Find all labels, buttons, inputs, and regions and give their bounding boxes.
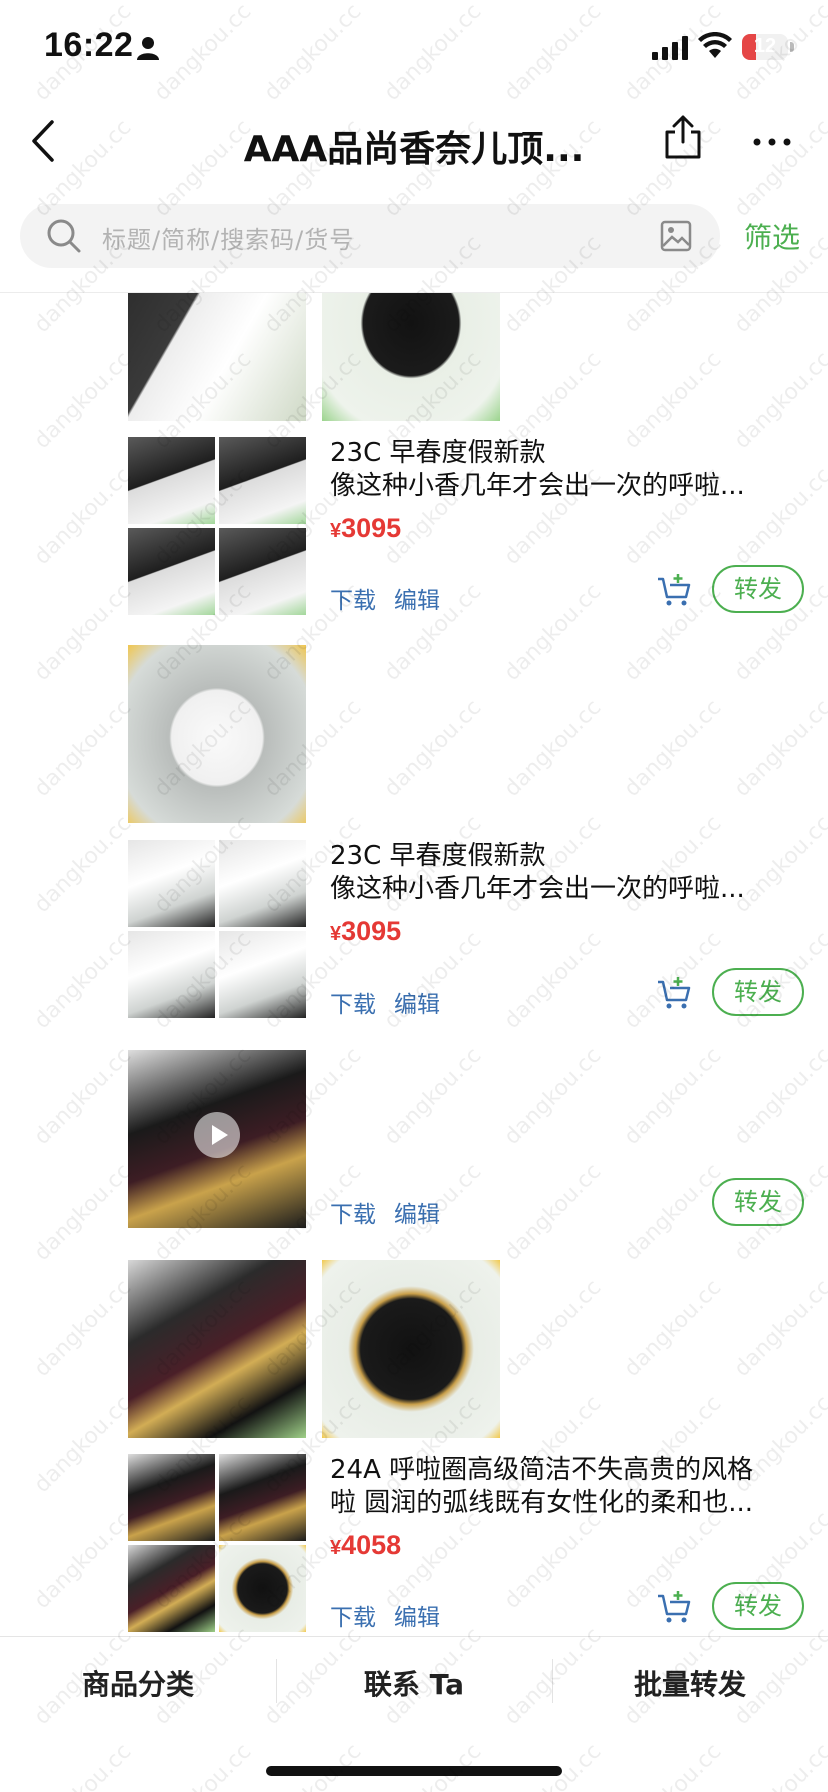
product-title-line: 23C 早春度假新款: [330, 438, 546, 468]
product-image[interactable]: [128, 437, 215, 524]
edit-link[interactable]: 编辑: [394, 581, 440, 615]
product-image[interactable]: [128, 1454, 215, 1541]
filter-button[interactable]: 筛选: [744, 216, 800, 256]
product-video[interactable]: [128, 1050, 306, 1228]
wifi-icon: [698, 31, 732, 62]
search-input[interactable]: 标题/简称/搜索码/货号: [20, 204, 720, 268]
product-image[interactable]: [128, 645, 306, 823]
price-symbol: ¥: [330, 923, 342, 945]
edit-link[interactable]: 编辑: [394, 1598, 440, 1632]
search-placeholder: 标题/简称/搜索码/货号: [102, 226, 355, 254]
tab-batch-forward[interactable]: 批量转发: [552, 1663, 828, 1703]
bottom-tab-bar: 商品分类 联系 Ta 批量转发: [0, 1636, 828, 1727]
product-image[interactable]: [128, 528, 215, 615]
tab-category[interactable]: 商品分类: [0, 1663, 276, 1703]
product-image[interactable]: [219, 437, 306, 524]
forward-button[interactable]: 转发: [712, 565, 804, 613]
product-title-line: 像这种小香几年才会出一次的呼啦...: [330, 471, 745, 501]
image-search-icon[interactable]: [660, 220, 692, 256]
product-description: 23C 早春度假新款 像这种小香几年才会出一次的呼啦...: [330, 437, 798, 503]
product-price: ¥3095: [330, 513, 401, 544]
product-image[interactable]: [128, 1260, 306, 1438]
product-image[interactable]: [219, 840, 306, 927]
price-symbol: ¥: [330, 1537, 342, 1559]
product-price: ¥3095: [330, 916, 401, 947]
edit-link[interactable]: 编辑: [394, 1195, 440, 1229]
battery-level: 12: [753, 35, 777, 57]
product-image[interactable]: [128, 293, 306, 421]
add-to-cart-icon[interactable]: [656, 1590, 692, 1630]
download-link[interactable]: 下载: [330, 1195, 376, 1229]
more-icon[interactable]: [752, 132, 792, 151]
product-price: ¥4058: [330, 1530, 401, 1561]
download-link[interactable]: 下载: [330, 985, 376, 1019]
product-image[interactable]: [219, 1545, 306, 1632]
product-image[interactable]: [128, 840, 215, 927]
signal-icon: [652, 36, 690, 64]
product-title-line: 像这种小香几年才会出一次的呼啦...: [330, 874, 745, 904]
share-icon[interactable]: [662, 114, 704, 164]
price-symbol: ¥: [330, 520, 342, 542]
page-title: AAA品尚香奈儿顶...: [243, 129, 585, 170]
forward-button[interactable]: 转发: [712, 1178, 804, 1226]
battery-icon: 12: [742, 34, 788, 60]
product-list: 23C 早春度假新款 像这种小香几年才会出一次的呼啦... ¥3095 下载 编…: [0, 293, 828, 1636]
product-description: 24A 呼啦圈高级简洁不失高贵的风格 啦 圆润的弧线既有女性化的柔和也...: [330, 1454, 798, 1520]
product-title-line: 24A 呼啦圈高级简洁不失高贵的风格: [330, 1455, 754, 1485]
edit-link[interactable]: 编辑: [394, 985, 440, 1019]
download-link[interactable]: 下载: [330, 581, 376, 615]
back-icon[interactable]: [28, 118, 58, 168]
status-bar: 16:22 12: [0, 0, 828, 100]
home-indicator: [266, 1766, 562, 1776]
product-image[interactable]: [322, 1260, 500, 1438]
product-image[interactable]: [219, 1454, 306, 1541]
product-image[interactable]: [128, 1545, 215, 1632]
product-image[interactable]: [219, 931, 306, 1018]
price-value: 3095: [341, 916, 402, 946]
add-to-cart-icon[interactable]: [656, 573, 692, 613]
product-title-line: 啦 圆润的弧线既有女性化的柔和也...: [330, 1488, 754, 1518]
price-value: 4058: [341, 1530, 402, 1560]
download-link[interactable]: 下载: [330, 1598, 376, 1632]
product-image[interactable]: [128, 931, 215, 1018]
product-image[interactable]: [322, 293, 500, 421]
watermark-text: dangkou.cc: [730, 1739, 828, 1792]
price-value: 3095: [341, 513, 402, 543]
product-image[interactable]: [219, 528, 306, 615]
play-icon[interactable]: [194, 1112, 240, 1158]
person-icon: [137, 36, 159, 64]
battery-tip: [790, 42, 794, 52]
watermark-text: dangkou.cc: [30, 1739, 137, 1792]
product-title-line: 23C 早春度假新款: [330, 841, 546, 871]
status-time: 16:22: [44, 26, 134, 64]
forward-button[interactable]: 转发: [712, 968, 804, 1016]
search-icon: [46, 218, 82, 258]
nav-bar: AAA品尚香奈儿顶...: [0, 100, 828, 184]
tab-contact[interactable]: 联系 Ta: [276, 1663, 552, 1703]
add-to-cart-icon[interactable]: [656, 976, 692, 1016]
watermark-text: dangkou.cc: [620, 1739, 727, 1792]
product-description: 23C 早春度假新款 像这种小香几年才会出一次的呼啦...: [330, 840, 798, 906]
watermark-text: dangkou.cc: [150, 1739, 257, 1792]
forward-button[interactable]: 转发: [712, 1582, 804, 1630]
